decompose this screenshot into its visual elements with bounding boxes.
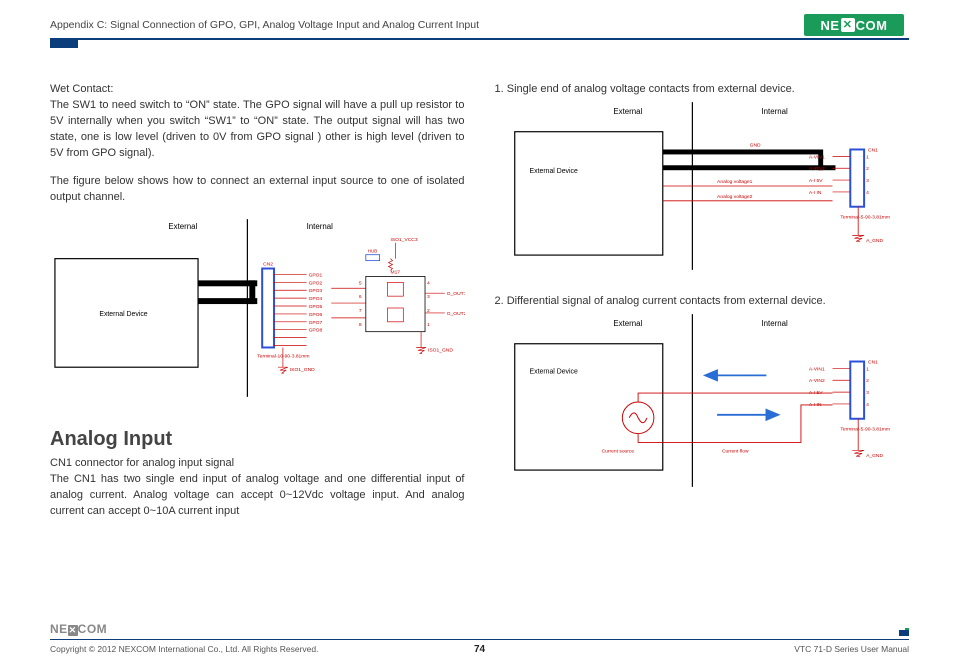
- left-column: Wet Contact: The SW1 to need switch to “…: [50, 83, 465, 622]
- gpo-diagram: External Internal External Device CN2 Te…: [50, 218, 465, 400]
- page-number: 74: [474, 644, 485, 655]
- right-item-2: 2. Differential signal of analog current…: [495, 295, 910, 307]
- current-diagram: External Internal External Device Curren…: [495, 313, 910, 490]
- svg-text:Analog voltage2: Analog voltage2: [717, 194, 753, 200]
- svg-text:Current flow: Current flow: [721, 448, 748, 454]
- svg-text:GPO8: GPO8: [309, 327, 323, 333]
- svg-text:1: 1: [427, 321, 430, 327]
- svg-text:CN1: CN1: [868, 147, 878, 153]
- svg-text:CN1: CN1: [868, 359, 878, 365]
- svg-text:7: 7: [359, 308, 362, 314]
- analog-paragraph: The CN1 has two single end input of anal…: [50, 472, 465, 520]
- svg-text:Terminal-10-90-3.81mm: Terminal-10-90-3.81mm: [257, 353, 309, 359]
- brand-logo: NE✕COM: [804, 14, 904, 36]
- svg-text:G_OUT2: G_OUT2: [447, 311, 465, 317]
- svg-text:Terminal-5-90-3.81mm: Terminal-5-90-3.81mm: [840, 427, 890, 433]
- svg-text:External Device: External Device: [529, 168, 577, 175]
- svg-text:G_OUT1: G_OUT1: [447, 291, 465, 297]
- svg-text:Internal: Internal: [761, 107, 788, 116]
- svg-text:A-I 5V: A-I 5V: [808, 390, 822, 396]
- svg-text:Internal: Internal: [761, 319, 788, 328]
- svg-text:A-VIN2: A-VIN2: [808, 166, 824, 172]
- right-item-1: 1. Single end of analog voltage contacts…: [495, 83, 910, 95]
- svg-text:External: External: [613, 107, 642, 116]
- svg-text:1: 1: [866, 366, 869, 372]
- wet-contact-p2: The figure below shows how to connect an…: [50, 174, 465, 206]
- svg-text:1: 1: [866, 154, 869, 160]
- footer-mark-icon: [895, 628, 909, 638]
- svg-text:4: 4: [427, 280, 430, 286]
- header-accent-block: [50, 40, 78, 48]
- d1-internal-label: Internal: [307, 222, 334, 231]
- svg-text:GPO3: GPO3: [309, 288, 323, 294]
- svg-text:GND: GND: [749, 143, 760, 149]
- svg-text:Terminal-5-90-3.81mm: Terminal-5-90-3.81mm: [840, 215, 890, 221]
- svg-text:HUB: HUB: [368, 248, 377, 253]
- svg-text:GPO6: GPO6: [309, 312, 323, 318]
- svg-text:External Device: External Device: [529, 368, 577, 375]
- svg-text:A_GND: A_GND: [866, 453, 883, 459]
- analog-input-heading: Analog Input: [50, 428, 465, 451]
- svg-text:A-I IN: A-I IN: [808, 402, 821, 408]
- svg-text:A-VIN2: A-VIN2: [808, 378, 824, 384]
- svg-text:2: 2: [866, 378, 869, 384]
- footer-copyright: Copyright © 2012 NEXCOM International Co…: [50, 644, 318, 654]
- svg-text:6: 6: [359, 294, 362, 300]
- svg-text:GPO1: GPO1: [309, 272, 323, 278]
- svg-text:GPO5: GPO5: [309, 304, 323, 310]
- svg-text:3: 3: [866, 178, 869, 184]
- svg-text:Current source: Current source: [601, 448, 634, 454]
- footer-brand-logo: NE✕COM: [50, 622, 107, 636]
- d1-ext-device: External Device: [99, 311, 147, 318]
- svg-text:2: 2: [866, 166, 869, 172]
- svg-text:A-VIN1: A-VIN1: [808, 366, 824, 372]
- header-rule: [50, 38, 909, 40]
- svg-text:ISO1_VCC3: ISO1_VCC3: [390, 237, 417, 243]
- svg-text:GPO7: GPO7: [309, 319, 323, 325]
- svg-text:ISO1_GND: ISO1_GND: [290, 367, 315, 373]
- wet-contact-p1: The SW1 to need switch to “ON” state. Th…: [50, 98, 465, 162]
- footer-manual-name: VTC 71-D Series User Manual: [794, 644, 909, 654]
- svg-text:CN2: CN2: [263, 261, 273, 267]
- svg-text:A-VIN1: A-VIN1: [808, 154, 824, 160]
- svg-text:M17: M17: [390, 269, 400, 275]
- svg-text:A_GND: A_GND: [866, 238, 883, 244]
- svg-text:GPO4: GPO4: [309, 296, 323, 302]
- svg-text:ISO1_GND: ISO1_GND: [428, 347, 453, 353]
- svg-text:3: 3: [866, 390, 869, 396]
- analog-sub: CN1 connector for analog input signal: [50, 457, 465, 469]
- right-column: 1. Single end of analog voltage contacts…: [495, 83, 910, 622]
- svg-text:A-I IN: A-I IN: [808, 190, 821, 196]
- wet-contact-heading: Wet Contact:: [50, 83, 465, 95]
- voltage-diagram: External Internal External Device GND An…: [495, 101, 910, 273]
- svg-text:Analog voltage1: Analog voltage1: [717, 179, 753, 185]
- svg-text:4: 4: [866, 190, 869, 196]
- svg-text:5: 5: [359, 280, 362, 286]
- page-header-title: Appendix C: Signal Connection of GPO, GP…: [50, 19, 479, 31]
- svg-text:3: 3: [427, 294, 430, 300]
- svg-text:4: 4: [866, 402, 869, 408]
- svg-text:8: 8: [359, 321, 362, 327]
- svg-text:A-I 5V: A-I 5V: [808, 178, 822, 184]
- svg-text:GPO2: GPO2: [309, 280, 323, 286]
- page-footer: NE✕COM Copyright © 2012 NEXCOM Internati…: [50, 639, 909, 654]
- d1-external-label: External: [168, 222, 197, 231]
- svg-text:External: External: [613, 319, 642, 328]
